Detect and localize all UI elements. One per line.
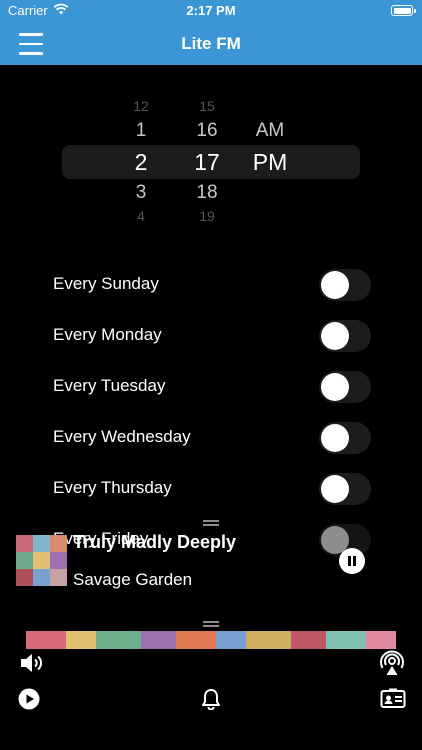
picker-hour-below[interactable]: 3 [111, 182, 171, 204]
picker-hour-faint-below[interactable]: 4 [111, 208, 171, 224]
toggle-switch[interactable] [319, 320, 371, 352]
page-title: Lite FM [181, 34, 241, 53]
expanded-grabber-handle[interactable] [203, 621, 219, 627]
play-icon[interactable] [18, 688, 40, 710]
day-row-wednesday: Every Wednesday [0, 413, 422, 464]
toggle-switch[interactable] [319, 473, 371, 505]
airplay-icon[interactable] [378, 649, 406, 677]
day-row-tuesday: Every Tuesday [0, 362, 422, 413]
toggle-switch[interactable] [319, 422, 371, 454]
artist-name: Savage Garden [73, 570, 193, 589]
contact-card-icon[interactable] [380, 688, 406, 710]
song-title: Truly Madly Deeply [73, 532, 237, 552]
day-row-monday: Every Monday [0, 311, 422, 362]
picker-hour-faint-above[interactable]: 12 [111, 98, 171, 114]
day-label: Every Sunday [53, 274, 159, 293]
picker-hour-selected[interactable]: 2 [111, 149, 171, 176]
picker-period-selected[interactable]: PM [240, 149, 300, 176]
status-time: 2:17 PM [186, 3, 236, 18]
toggle-switch[interactable] [319, 371, 371, 403]
toggle-switch[interactable] [319, 269, 371, 301]
picker-hour-above[interactable]: 1 [111, 120, 171, 142]
album-art [16, 535, 67, 586]
picker-minute-selected[interactable]: 17 [177, 149, 237, 176]
day-label: Every Wednesday [53, 427, 191, 446]
day-label: Every Thursday [53, 478, 172, 497]
picker-minute-faint-below[interactable]: 19 [177, 208, 237, 224]
album-banner [26, 631, 396, 649]
day-row-thursday: Every Thursday [0, 464, 422, 515]
day-label: Every Tuesday [53, 376, 166, 395]
picker-minute-above[interactable]: 16 [177, 120, 237, 142]
status-bar: Carrier 2:17 PM [0, 0, 422, 22]
battery-icon [391, 5, 416, 16]
pause-icon[interactable] [339, 548, 365, 574]
bell-icon[interactable] [201, 688, 221, 710]
picker-period-above[interactable]: AM [240, 120, 300, 142]
day-label: Every Monday [53, 325, 162, 344]
nav-bar: Lite FM [0, 22, 422, 65]
time-picker[interactable]: 12 1 2 3 4 15 16 17 18 19 AM PM [0, 90, 422, 225]
player-grabber-handle[interactable] [203, 520, 219, 526]
picker-minute-below[interactable]: 18 [177, 182, 237, 204]
picker-minute-faint-above[interactable]: 15 [177, 98, 237, 114]
day-row-sunday: Every Sunday [0, 260, 422, 311]
mini-player[interactable]: Truly Madly Deeply Savage Garden [0, 530, 422, 600]
speaker-volume-icon[interactable] [19, 651, 45, 675]
